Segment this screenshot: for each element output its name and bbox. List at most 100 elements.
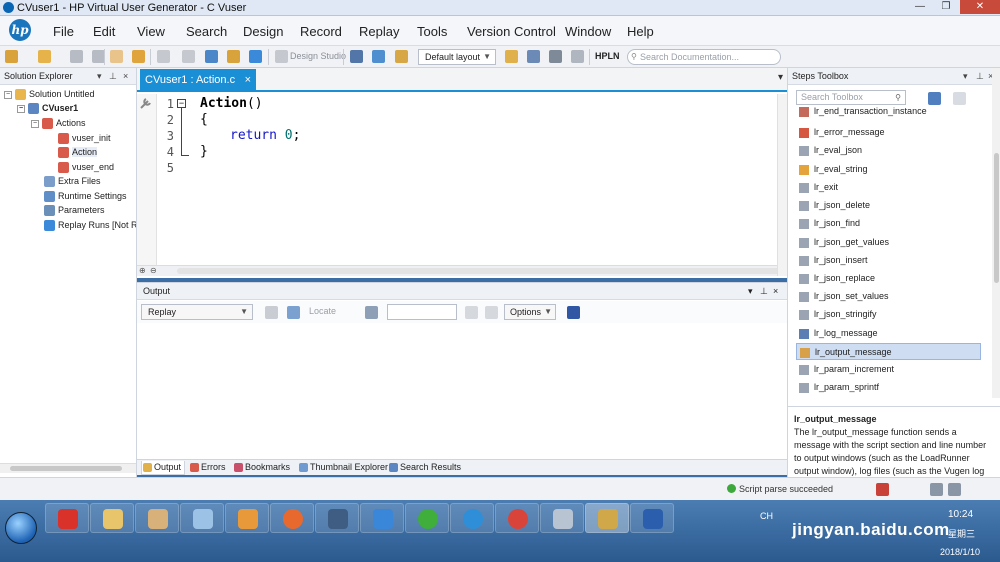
dropdown-icon[interactable]: ▾ — [97, 68, 102, 84]
tree-item-script[interactable]: − CVuser1 — [17, 101, 78, 115]
taskbar-app[interactable] — [495, 503, 539, 533]
design-studio-icon[interactable] — [275, 50, 288, 63]
tab-output[interactable]: Output — [141, 461, 185, 475]
taskbar-app[interactable] — [315, 503, 359, 533]
taskbar-app[interactable] — [225, 503, 269, 533]
taskbar-app-vugen[interactable] — [585, 503, 629, 533]
pen-icon[interactable] — [527, 50, 540, 63]
taskbar-app[interactable] — [90, 503, 134, 533]
step-item[interactable]: lr_json_get_values — [796, 234, 981, 251]
step-item[interactable]: lr_json_delete — [796, 197, 981, 214]
taskbar-app[interactable] — [45, 503, 89, 533]
code-line-1[interactable]: Action() — [200, 96, 263, 111]
menu-tools[interactable]: Tools — [417, 24, 447, 39]
parameter-icon[interactable] — [395, 50, 408, 63]
breakpoint-gutter[interactable] — [137, 94, 157, 274]
code-line-2[interactable]: { — [200, 112, 208, 127]
step-item[interactable]: lr_json_find — [796, 215, 981, 232]
taskbar-app[interactable] — [360, 503, 404, 533]
taskbar-app[interactable] — [135, 503, 179, 533]
step-item[interactable]: lr_json_insert — [796, 252, 981, 269]
step-item[interactable]: lr_eval_string — [796, 161, 981, 178]
step-item[interactable]: lr_json_replace — [796, 270, 981, 287]
step-item[interactable]: lr_json_set_values — [796, 288, 981, 305]
stop-icon[interactable] — [182, 50, 195, 63]
hpln-button[interactable]: HPLN — [595, 51, 620, 61]
clock-time[interactable]: 10:24 — [948, 509, 973, 520]
expand-icon[interactable] — [953, 92, 966, 105]
step-item[interactable]: lr_log_message — [796, 325, 981, 342]
redo-icon[interactable] — [132, 50, 145, 63]
start-button[interactable] — [5, 512, 37, 544]
error-count-icon[interactable] — [876, 483, 889, 496]
tree-item-vuser-init[interactable]: vuser_init — [58, 131, 111, 145]
collapse-icon[interactable]: − — [31, 119, 39, 128]
close-button[interactable]: ✕ — [960, 0, 1000, 14]
menu-help[interactable]: Help — [627, 24, 654, 39]
user-icon[interactable] — [930, 483, 943, 496]
pin-icon[interactable]: ⊥ — [976, 68, 984, 84]
menu-window[interactable]: Window — [565, 24, 611, 39]
code-line-4[interactable]: } — [200, 144, 208, 159]
editor-vertical-scrollbar[interactable] — [777, 94, 787, 276]
taskbar-app[interactable] — [540, 503, 584, 533]
taskbar-app[interactable] — [450, 503, 494, 533]
tree-item-runtime-settings[interactable]: Runtime Settings — [44, 189, 127, 203]
toolbox-scrollbar[interactable] — [992, 68, 1000, 398]
menu-search[interactable]: Search — [186, 24, 227, 39]
dropdown-icon[interactable]: ▾ — [963, 68, 968, 84]
wrap-icon[interactable] — [287, 306, 300, 319]
clear-icon[interactable] — [265, 306, 278, 319]
lock-layout-icon[interactable] — [505, 50, 518, 63]
step-item[interactable]: lr_error_message — [796, 124, 981, 141]
step-item[interactable]: lr_json_stringify — [796, 306, 981, 323]
tools-icon[interactable] — [549, 50, 562, 63]
menu-replay[interactable]: Replay — [359, 24, 399, 39]
taskbar-app[interactable] — [405, 503, 449, 533]
output-source-select[interactable]: Replay ▼ — [141, 304, 253, 320]
menu-edit[interactable]: Edit — [93, 24, 115, 39]
tree-item-action[interactable]: Action — [58, 145, 98, 159]
step-item[interactable]: lr_end_transaction_instance — [796, 106, 981, 118]
language-indicator[interactable]: CH — [760, 511, 773, 521]
locate-button[interactable]: Locate — [309, 306, 336, 316]
tab-search-results[interactable]: Search Results — [388, 461, 461, 475]
search-icon[interactable] — [365, 306, 378, 319]
menu-record[interactable]: Record — [300, 24, 342, 39]
step-item[interactable]: lr_param_sprintf — [796, 379, 981, 396]
close-panel-icon[interactable]: × — [123, 68, 128, 84]
taskbar-app[interactable] — [630, 503, 674, 533]
open-icon[interactable] — [38, 50, 51, 63]
zoom-in-icon[interactable]: ⊕ — [139, 266, 146, 275]
undo-icon[interactable] — [110, 50, 123, 63]
collapse-all-icon[interactable] — [928, 92, 941, 105]
run-settings-icon[interactable] — [227, 50, 240, 63]
snapshot-icon[interactable] — [372, 50, 385, 63]
close-panel-icon[interactable]: × — [773, 283, 778, 299]
collapse-icon[interactable]: − — [17, 104, 25, 113]
previous-icon[interactable] — [465, 306, 478, 319]
next-icon[interactable] — [485, 306, 498, 319]
code-line-3[interactable]: return 0; — [230, 128, 300, 143]
tab-errors[interactable]: Errors — [189, 461, 226, 475]
horizontal-scrollbar[interactable] — [0, 463, 136, 473]
pin-icon[interactable]: ⊥ — [109, 68, 117, 84]
menu-design[interactable]: Design — [243, 24, 283, 39]
compile-icon[interactable] — [205, 50, 218, 63]
record-icon[interactable] — [157, 50, 170, 63]
collapse-icon[interactable]: − — [4, 90, 12, 99]
options-button[interactable]: Options ▼ — [504, 304, 556, 320]
replay-icon[interactable] — [249, 50, 262, 63]
tree-item-solution[interactable]: − Solution Untitled — [4, 87, 95, 101]
new-solution-icon[interactable] — [5, 50, 18, 63]
layout-select[interactable]: Default layout ▼ — [418, 49, 496, 65]
tab-thumbnail-explorer[interactable]: Thumbnail Explorer — [298, 461, 388, 475]
tree-item-replay-runs[interactable]: Replay Runs [Not Run] — [44, 218, 136, 232]
fold-toggle-icon[interactable]: − — [177, 99, 186, 108]
scrollbar-thumb[interactable] — [10, 466, 122, 471]
tree-item-parameters[interactable]: Parameters — [44, 203, 105, 217]
design-studio-button[interactable]: Design Studio — [290, 51, 346, 61]
step-item[interactable]: lr_param_increment — [796, 361, 981, 378]
maximize-button[interactable]: ❐ — [933, 0, 959, 14]
tree-item-vuser-end[interactable]: vuser_end — [58, 160, 114, 174]
